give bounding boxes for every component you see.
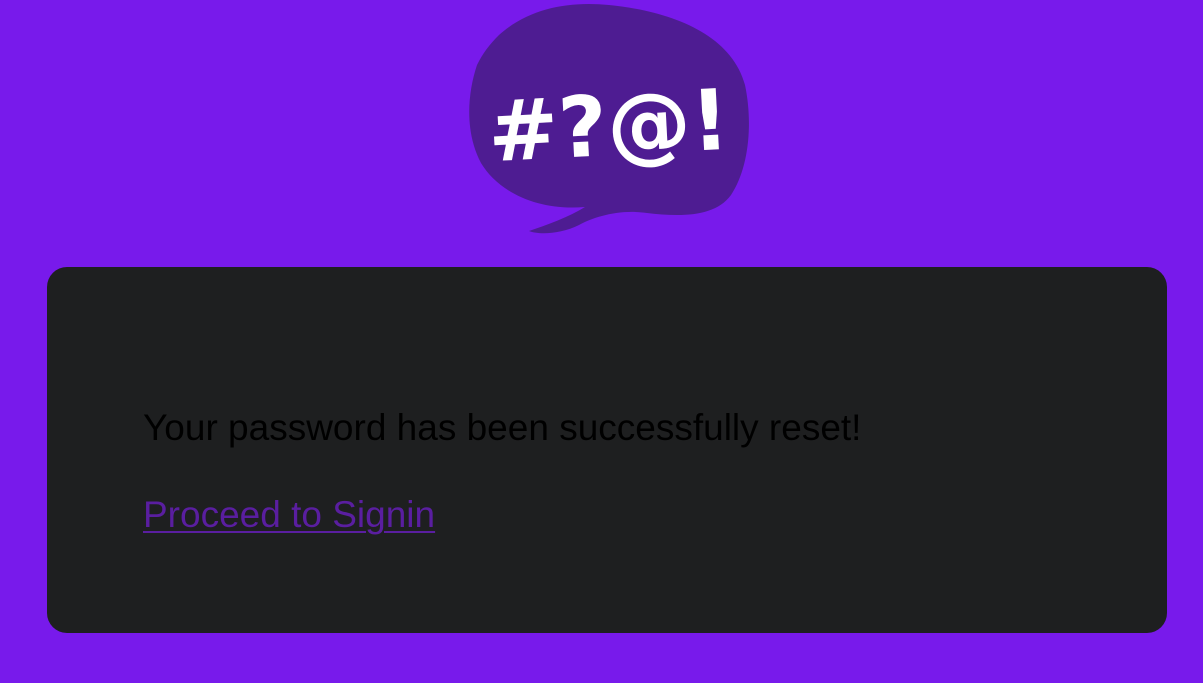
reset-confirmation-card: Your password has been successfully rese… xyxy=(47,267,1167,633)
app-logo: #?@! xyxy=(469,3,749,235)
success-message: Your password has been successfully rese… xyxy=(143,407,862,448)
proceed-to-signin-link[interactable]: Proceed to Signin xyxy=(143,493,435,537)
speech-bubble-symbols-icon: #?@! xyxy=(469,3,749,234)
logo-text: #?@! xyxy=(486,71,732,182)
